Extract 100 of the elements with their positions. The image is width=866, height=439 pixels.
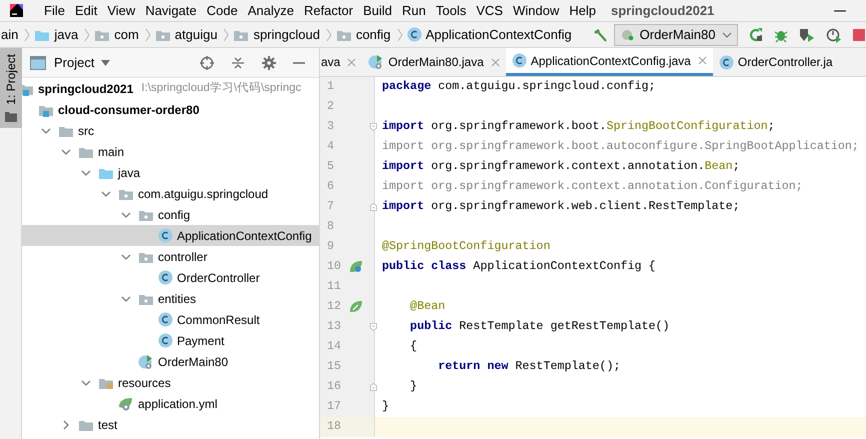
item-label: main: [98, 144, 124, 160]
code-line: return new RestTemplate();: [437, 358, 620, 376]
collapse-icon[interactable]: [231, 56, 245, 70]
panel-title[interactable]: Project: [54, 52, 94, 72]
stopwatch-icon[interactable]: [824, 26, 843, 42]
item-label: Payment: [177, 332, 224, 350]
code-line: }: [409, 378, 418, 396]
line-number: 1: [320, 77, 375, 97]
menu-item[interactable]: Window: [508, 0, 564, 20]
stop-icon[interactable]: [852, 28, 866, 42]
tree-item[interactable]: OrderMain80: [22, 351, 319, 372]
breadcrumb-item[interactable]: ApplicationContextConfig: [426, 24, 572, 44]
run-config-dropdown[interactable]: OrderMain80: [614, 24, 738, 46]
fold-icon[interactable]: [370, 122, 377, 132]
code-line: import org.springframework.boot.SpringBootConfiguration;: [382, 118, 775, 136]
menu-item[interactable]: Code: [202, 0, 243, 20]
item-label: OrderMain80: [158, 354, 228, 370]
menu-item[interactable]: File: [39, 0, 70, 20]
menu-item[interactable]: Navigate: [140, 0, 202, 20]
fold-icon[interactable]: [370, 202, 377, 212]
chevron-right-icon: [24, 28, 30, 42]
code-line: import org.springframework.context.annotation.Bean;: [382, 158, 740, 176]
line-number: 10: [320, 257, 375, 277]
line-number: 16: [320, 377, 375, 397]
breadcrumb-item[interactable]: atguigu: [174, 24, 218, 44]
menu-item[interactable]: Run: [397, 0, 431, 20]
settings-icon[interactable]: [262, 56, 276, 70]
chevron-right-icon: [84, 28, 90, 42]
menu-item[interactable]: Refactor: [298, 0, 358, 20]
fold-icon[interactable]: [370, 322, 377, 332]
editor-tab[interactable]: ava: [320, 48, 362, 76]
code-line: public class ApplicationContextConfig {: [382, 258, 656, 276]
item-label: cloud-consumer-order80: [58, 102, 200, 118]
editor-tab[interactable]: OrderMain80.java: [362, 48, 506, 76]
line-number: 12: [320, 297, 375, 317]
menu-item[interactable]: Tools: [430, 0, 472, 20]
chevron-right-icon: [326, 28, 332, 42]
project-title: springcloud2021: [610, 2, 714, 20]
tree-item[interactable]: resources: [22, 372, 319, 393]
tree-item[interactable]: OrderController: [22, 267, 319, 288]
menu-item[interactable]: Build: [358, 0, 398, 20]
tree-item[interactable]: main: [22, 141, 319, 162]
tree-item[interactable]: config: [22, 204, 319, 225]
menu-item[interactable]: Help: [564, 0, 601, 20]
shield-run-icon[interactable]: [798, 26, 816, 42]
line-number: 4: [320, 137, 375, 157]
item-label: ApplicationContextConfig: [177, 228, 312, 244]
tree-item[interactable]: ApplicationContextConfig: [22, 225, 319, 246]
tree-item[interactable]: springcloud2021 I:\springcloud学习\代码\springc: [22, 78, 319, 99]
folder-icon: [4, 110, 16, 122]
tree-item[interactable]: com.atguigu.springcloud: [22, 183, 319, 204]
tree-item[interactable]: Payment: [22, 330, 319, 351]
code-line: }: [382, 398, 390, 416]
crosshair-icon[interactable]: [200, 56, 214, 70]
caret-icon: [722, 32, 732, 38]
breadcrumb-item[interactable]: springcloud: [253, 24, 320, 44]
tree-item[interactable]: application.yml: [22, 393, 319, 414]
line-number: 9: [320, 237, 375, 257]
tree-item[interactable]: src: [22, 120, 319, 141]
breadcrumb-item[interactable]: ain: [1, 24, 18, 44]
editor-tab[interactable]: OrderController.ja: [712, 48, 839, 76]
breadcrumb-item[interactable]: config: [356, 24, 391, 44]
code-line: @Bean: [409, 298, 446, 316]
item-label: java: [118, 164, 140, 182]
tree-item[interactable]: cloud-consumer-order80: [22, 99, 319, 120]
bean-icon[interactable]: [349, 300, 363, 314]
code-line: import org.springframework.context.annotation.Configuration;: [382, 178, 803, 196]
menu-item[interactable]: View: [102, 0, 140, 20]
line-number: 13: [320, 317, 375, 337]
item-label: test: [98, 416, 118, 434]
side-tab[interactable]: 1: Project: [0, 48, 22, 128]
fold-icon[interactable]: [370, 382, 377, 392]
menu-item[interactable]: Analyze: [242, 0, 299, 20]
item-label: config: [158, 206, 190, 224]
class-icon: [158, 270, 173, 285]
tree-item[interactable]: CommonResult: [22, 309, 319, 330]
tree-item[interactable]: test: [22, 414, 319, 435]
editor-tab[interactable]: ApplicationContextConfig.java: [506, 48, 713, 76]
menu-item[interactable]: Edit: [70, 0, 102, 20]
item-label: application.yml: [138, 396, 218, 412]
spring-config-icon: [118, 396, 134, 411]
tree-item[interactable]: controller: [22, 246, 319, 267]
close-icon[interactable]: [698, 56, 707, 65]
tree-item[interactable]: java: [22, 162, 319, 183]
class-icon: [512, 53, 527, 68]
menu-item[interactable]: VCS: [471, 0, 508, 20]
close-icon[interactable]: [347, 58, 356, 66]
item-label: com.atguigu.springcloud: [138, 186, 268, 202]
close-icon[interactable]: [490, 58, 500, 66]
chevron-right-icon: [223, 28, 230, 42]
line-number: 17: [320, 397, 375, 417]
line-number: 2: [320, 97, 375, 117]
bean-icon[interactable]: [349, 260, 363, 274]
hammer-icon[interactable]: [592, 26, 608, 42]
caret-icon[interactable]: [101, 60, 110, 66]
code-line: import org.springframework.boot.autoconfigure.SpringBootApplication;: [382, 138, 859, 156]
breadcrumb-item[interactable]: com: [114, 24, 139, 44]
rerun-icon[interactable]: [748, 26, 764, 42]
tree-item[interactable]: entities: [22, 288, 319, 309]
breadcrumb-item[interactable]: java: [54, 24, 78, 44]
